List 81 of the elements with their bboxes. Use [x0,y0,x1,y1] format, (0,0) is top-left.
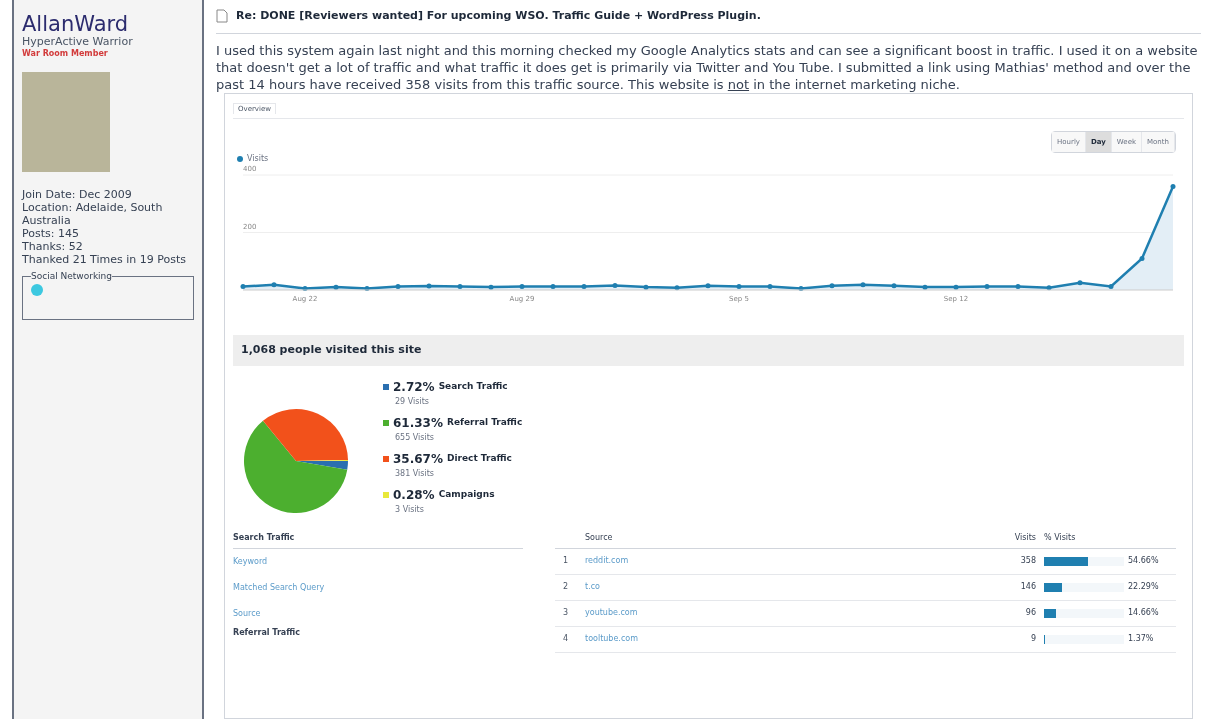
legend-visits: 29 Visits [395,395,430,408]
data-point [271,282,277,288]
data-point [550,284,556,290]
data-point [736,284,742,290]
legend-label: Campaigns [438,487,495,501]
username-link[interactable]: AllanWard [22,12,194,36]
column-header: Source [585,531,996,548]
visits-cell: 9 [996,626,1036,652]
data-point [457,284,463,290]
legend-visits: 381 Visits [395,467,436,480]
summary-bar: 1,068 people visited this site [233,335,1184,366]
rank-cell: 4 [555,626,585,652]
column-header: % Visits [1036,531,1176,548]
visits-cell: 358 [996,548,1036,574]
data-point [1077,280,1083,286]
referrer-domain-link[interactable]: reddit.com [585,556,629,565]
data-point [612,282,618,288]
legend-visits: 3 Visits [395,503,425,516]
user-detail: Thanks: 52 [22,240,84,253]
search-traffic-link[interactable]: Matched Search Query [233,574,523,601]
data-point [674,285,680,291]
referrer-domain-link[interactable]: tooltube.com [585,634,638,643]
data-point [302,286,308,292]
data-point [953,284,959,290]
referrer-domain-link[interactable]: t.co [585,582,600,591]
data-point [984,284,990,290]
data-point [519,284,525,290]
social-networking-label: Social Networking [31,270,113,283]
percent-cell: 14.66% [1128,607,1159,619]
referrer-domain-link[interactable]: youtube.com [585,608,638,617]
document-icon [216,9,228,24]
data-point [767,284,773,290]
visits-cell: 96 [996,600,1036,626]
percent-cell: 1.37% [1128,633,1154,645]
visits-cell: 146 [996,574,1036,600]
user-rank: HyperActive Warrior [22,36,134,48]
data-point [395,284,401,290]
data-point [798,286,804,292]
search-traffic-link[interactable]: Keyword [233,548,523,575]
legend-percent: 35.67% [393,450,443,468]
data-point [922,284,928,290]
search-traffic-link[interactable]: Source [233,600,523,627]
percent-cell: 54.66% [1128,555,1159,567]
legend-visits: 655 Visits [395,431,436,444]
data-point [1015,284,1021,290]
data-point [705,283,711,289]
legend-label: Direct Traffic [447,451,512,465]
legend-label: Referral Traffic [447,415,523,429]
rank-cell: 1 [555,548,585,574]
data-point [333,284,339,290]
data-point [1170,184,1176,189]
legend-label: Search Traffic [438,379,508,393]
column-header: Visits [996,531,1036,548]
table-heading: Search Traffic [233,531,523,549]
user-detail: Join Date: Dec 2009 [22,188,133,201]
rank-cell: 2 [555,574,585,600]
data-point [891,283,897,289]
data-point [829,283,835,289]
legend-percent: 61.33% [393,414,443,432]
table-heading: Referral Traffic [233,626,301,639]
data-point [643,284,649,290]
rank-cell: 3 [555,600,585,626]
data-point [1046,285,1052,291]
data-point [488,284,494,290]
data-point [860,282,866,288]
data-point [1108,284,1114,290]
legend-percent: 2.72% [393,378,435,396]
percent-cell: 22.29% [1128,581,1159,593]
legend-label: Visits [247,153,269,165]
user-detail: Thanked 21 Times in 19 Posts [22,253,188,266]
legend-percent: 0.28% [393,486,435,504]
data-point [364,286,370,292]
data-point [581,284,587,290]
user-detail: Posts: 145 [22,227,80,240]
user-detail: Location: Adelaide, South Australia [22,201,164,227]
post-title: Re: DONE [Reviewers wanted] For upcoming WSO. Traffic Guide + WordPress Plugin. [236,8,761,24]
data-point [426,283,432,289]
post-body: I used this system again last night and this morning checked my Google Analytics stats and can see a significant boost in traffic. I used it on a website that doesn't get a lot of traffic and what traffic it does get is primarily via Twitter and You Tube. I submitted a link using Mathias' method and over the past 14 hours have received 358 visits from this traffic source. This website is not in the internet marketing niche. [216,41,1199,93]
user-group: War Room Member [22,48,194,60]
data-point [1139,255,1145,261]
data-point [240,284,246,290]
